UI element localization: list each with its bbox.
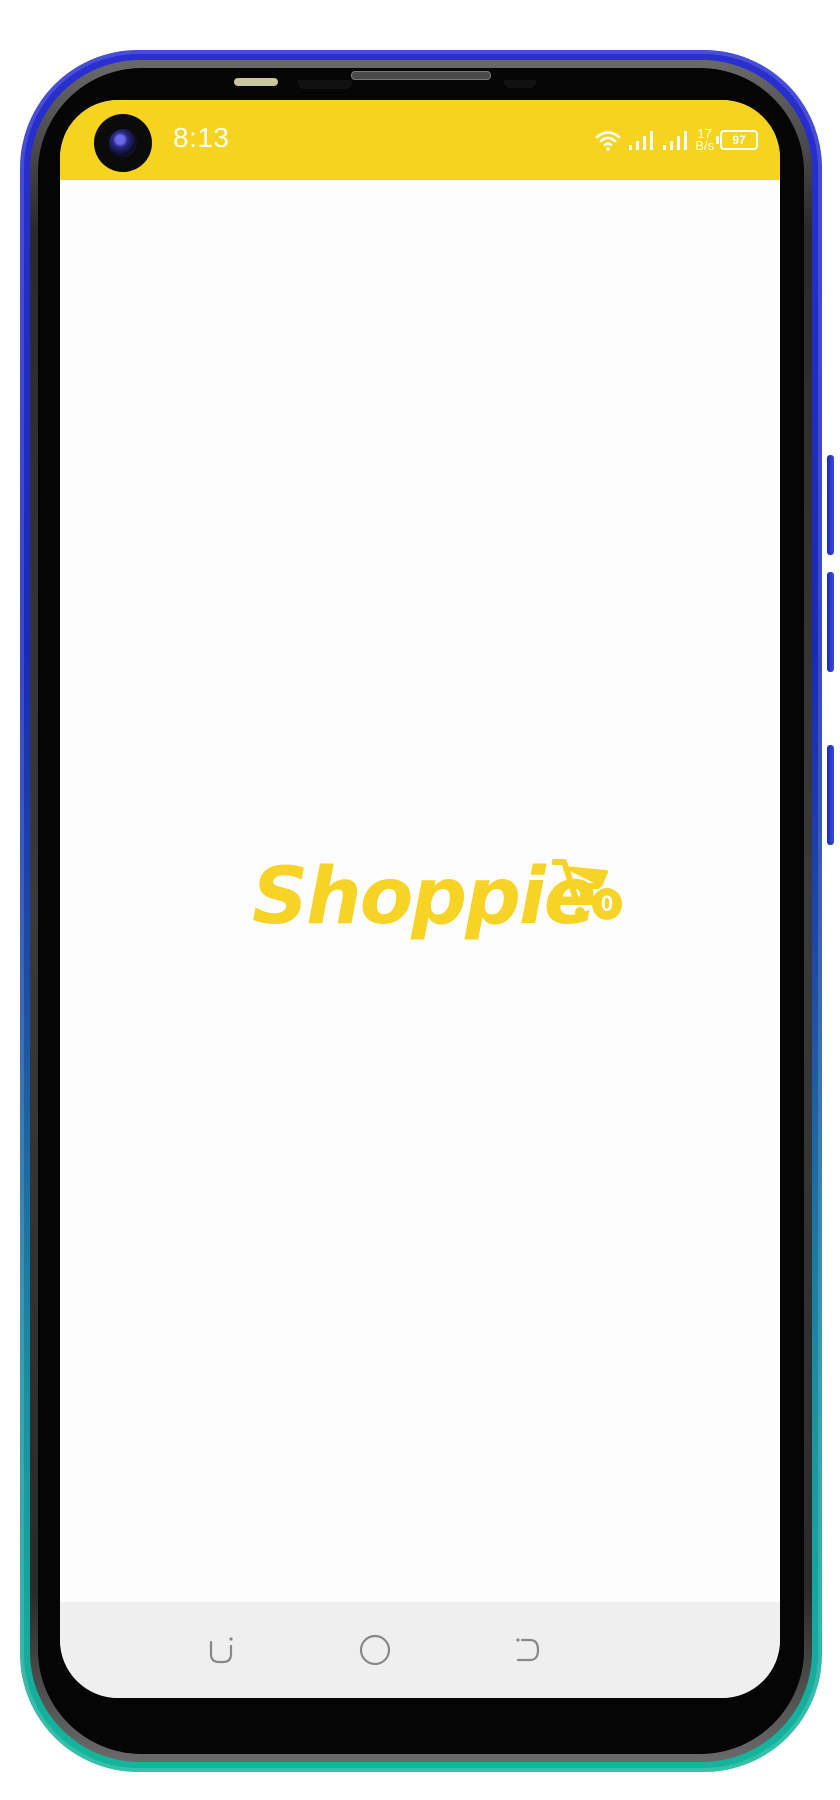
navigation-bar xyxy=(60,1602,780,1698)
status-icons: 17 B/s 97 xyxy=(595,122,758,158)
front-camera xyxy=(94,114,152,172)
recent-apps-icon xyxy=(209,1637,233,1664)
status-time: 8:13 xyxy=(173,122,230,153)
top-notch xyxy=(298,80,352,89)
wifi-icon xyxy=(595,131,621,151)
back-icon xyxy=(516,1638,540,1662)
splash-logo: Shoppie 0 xyxy=(252,852,642,962)
brand-name: Shoppie xyxy=(252,852,597,942)
battery-icon: 97 xyxy=(716,130,758,150)
home-icon xyxy=(359,1634,391,1666)
camera-lens xyxy=(109,129,137,157)
recent-apps-button[interactable] xyxy=(203,1632,239,1668)
network-speed-unit: B/s xyxy=(695,138,714,153)
status-bar: 8:13 17 B/s 97 xyxy=(60,100,780,180)
battery-level: 97 xyxy=(732,133,746,147)
power-button xyxy=(827,745,834,845)
top-notch-right xyxy=(504,80,536,88)
screen: 8:13 17 B/s 97 Shoppie 0 xyxy=(60,100,780,1698)
network-speed: 17 B/s xyxy=(695,127,714,153)
proximity-sensor xyxy=(234,78,278,86)
earpiece-speaker xyxy=(351,71,491,80)
cart-count-badge: 0 xyxy=(592,888,622,920)
volume-up-button xyxy=(827,455,834,555)
volume-down-button xyxy=(827,572,834,672)
signal-icon xyxy=(629,131,654,150)
home-button[interactable] xyxy=(357,1632,393,1668)
signal-icon-sim2 xyxy=(663,131,688,150)
back-button[interactable] xyxy=(510,1632,546,1668)
